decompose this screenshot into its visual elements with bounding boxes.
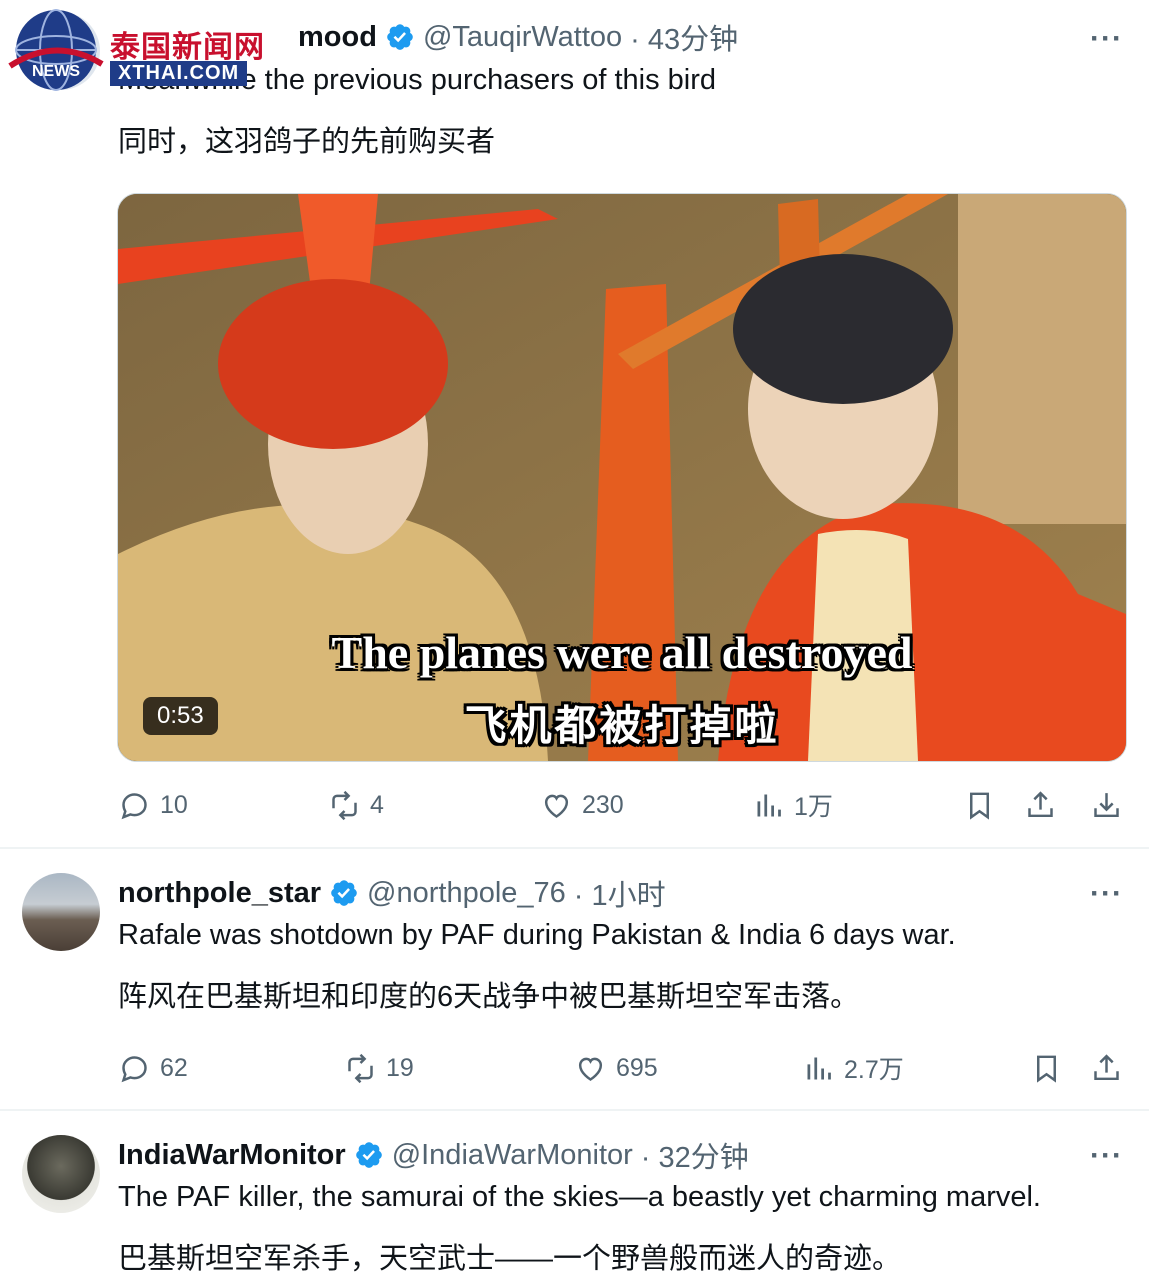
- tweet-header: northpole_star @northpole_76 · 1小时: [118, 873, 666, 913]
- author-handle[interactable]: @TauqirWattoo: [423, 21, 622, 54]
- author-name[interactable]: mood: [298, 21, 377, 54]
- tweet-2[interactable]: northpole_star @northpole_76 · 1小时 ··· R…: [0, 849, 1149, 1109]
- share-button[interactable]: [1024, 780, 1066, 830]
- reply-icon: [121, 1055, 147, 1082]
- reply-icon: [121, 792, 147, 819]
- video-subtitle-zh: 飞机都被打掉啦: [464, 702, 780, 749]
- heart-icon: [544, 794, 569, 818]
- watermark-site: XTHAI.COM: [110, 61, 248, 86]
- verified-badge-icon: [387, 24, 413, 50]
- view-count: 2.7万: [844, 1056, 904, 1084]
- author-handle[interactable]: @IndiaWarMonitor: [392, 1139, 633, 1172]
- verified-badge-icon: [355, 1142, 382, 1168]
- more-options-icon[interactable]: ···: [1090, 1139, 1123, 1173]
- repost-count: 19: [386, 1053, 414, 1082]
- like-count: 230: [582, 790, 624, 819]
- reply-button[interactable]: 10: [118, 780, 188, 830]
- logo-text: NEWS: [32, 63, 80, 80]
- post-time[interactable]: · 1小时: [574, 872, 666, 914]
- tweet-1[interactable]: mood @TauqirWattoo · 43分钟 ··· Meanwhile …: [0, 0, 1149, 848]
- watermark-cn: 泰国新闻网: [110, 31, 265, 64]
- repost-button[interactable]: 19: [344, 1043, 414, 1093]
- globe-logo-icon: NEWS: [8, 9, 104, 91]
- news-watermark: NEWS 泰国新闻网 XTHAI.COM: [6, 6, 296, 98]
- author-handle[interactable]: @northpole_76: [367, 877, 566, 910]
- views-button[interactable]: 1万: [752, 780, 833, 830]
- more-options-icon[interactable]: ···: [1090, 22, 1123, 56]
- like-button[interactable]: 230: [540, 780, 624, 830]
- view-count: 1万: [794, 793, 833, 821]
- share-button[interactable]: [1090, 1043, 1132, 1093]
- reply-button[interactable]: 62: [118, 1043, 188, 1093]
- tweet-actions: 10 4 230 1万: [0, 780, 1149, 830]
- video-player[interactable]: The planes were all destroyed 飞机都被打掉啦 0:…: [117, 193, 1127, 762]
- like-button[interactable]: 695: [574, 1043, 658, 1093]
- more-options-icon[interactable]: ···: [1090, 877, 1123, 911]
- verified-badge-icon: [331, 880, 357, 906]
- post-time[interactable]: · 43分钟: [630, 16, 738, 58]
- reply-count: 62: [160, 1053, 188, 1082]
- reply-count: 10: [160, 790, 188, 819]
- share-icon: [1028, 790, 1053, 817]
- tweet-text-zh: 阵风在巴基斯坦和印度的6天战争中被巴基斯坦空军击落。: [118, 981, 860, 1013]
- heart-icon: [578, 1057, 603, 1081]
- author-name[interactable]: northpole_star: [118, 877, 321, 910]
- views-button[interactable]: 2.7万: [802, 1043, 904, 1093]
- bookmark-icon: [970, 792, 989, 820]
- tweet-text-en: Rafale was shotdown by PAF during Pakist…: [118, 919, 956, 951]
- download-button[interactable]: [1090, 780, 1132, 830]
- share-icon: [1094, 1053, 1119, 1080]
- repost-count: 4: [370, 790, 384, 819]
- video-subtitle-en: The planes were all destroyed: [331, 627, 913, 678]
- views-icon: [757, 794, 781, 816]
- tweet-text-zh: 巴基斯坦空军杀手，天空武士——一个野兽般而迷人的奇迹。: [118, 1243, 902, 1275]
- bookmark-icon: [1037, 1055, 1056, 1083]
- tweet-actions: 62 19 695 2.7万: [0, 1043, 1149, 1093]
- tweet-header: IndiaWarMonitor @IndiaWarMonitor · 32分钟: [118, 1135, 749, 1175]
- video-duration: 0:53: [143, 697, 218, 735]
- views-icon: [807, 1057, 831, 1079]
- repost-icon: [348, 1053, 373, 1083]
- repost-icon: [332, 790, 357, 820]
- download-icon: [1094, 792, 1119, 817]
- tweet-3[interactable]: IndiaWarMonitor @IndiaWarMonitor · 32分钟 …: [0, 1111, 1149, 1280]
- repost-button[interactable]: 4: [328, 780, 384, 830]
- tweet-text-zh: 同时，这羽鸽子的先前购买者: [118, 126, 496, 158]
- post-time[interactable]: · 32分钟: [641, 1134, 749, 1176]
- author-name[interactable]: IndiaWarMonitor: [118, 1139, 346, 1172]
- bookmark-button[interactable]: [1030, 1043, 1072, 1093]
- avatar[interactable]: [22, 873, 100, 951]
- tweet-text-en: The PAF killer, the samurai of the skies…: [118, 1181, 1041, 1213]
- like-count: 695: [616, 1053, 658, 1082]
- avatar[interactable]: [22, 1135, 100, 1213]
- bookmark-button[interactable]: [963, 780, 1005, 830]
